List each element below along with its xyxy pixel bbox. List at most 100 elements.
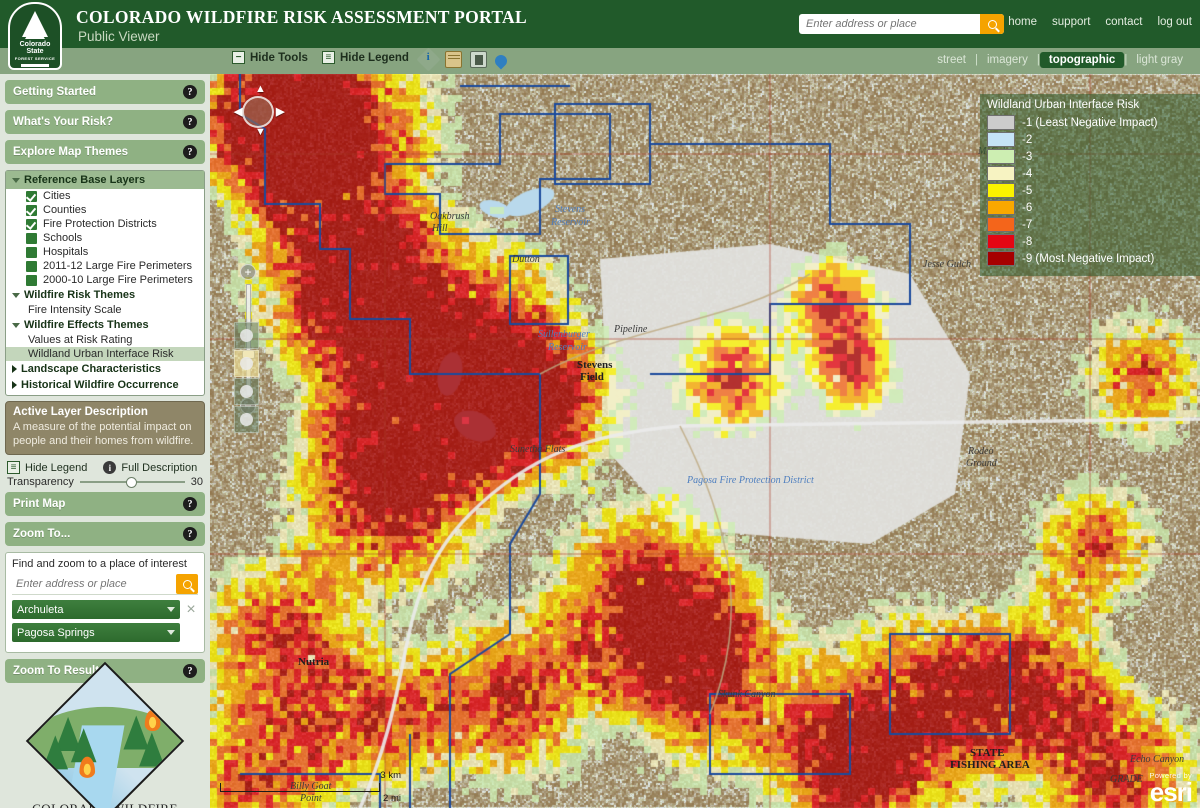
search-button[interactable]: [980, 14, 1004, 34]
map-tool-4[interactable]: [234, 406, 259, 433]
help-icon-whats-your-risk[interactable]: ?: [183, 115, 197, 129]
transparency-slider[interactable]: [79, 477, 185, 488]
basemap-light-gray[interactable]: light gray: [1127, 52, 1192, 68]
reference-base-layers-header[interactable]: Reference Base Layers: [6, 171, 204, 189]
list-icon-sidebar: ≡: [7, 461, 20, 474]
pan-east-button[interactable]: ▶: [276, 105, 284, 118]
help-icon-print-map[interactable]: ?: [183, 497, 197, 511]
info-icon: i: [103, 461, 117, 474]
search-input[interactable]: [799, 15, 980, 33]
zoom-to-search[interactable]: [12, 574, 198, 595]
zoom-to-search-button[interactable]: [176, 574, 198, 594]
layer-row-hospitals[interactable]: Hospitals: [6, 245, 204, 259]
identify-icon[interactable]: [416, 47, 441, 72]
esri-logo: esri: [1149, 777, 1193, 807]
group-historical-wildfire-occurrence[interactable]: Historical Wildfire Occurrence: [6, 377, 204, 393]
sidebar-item-print-map[interactable]: Print Map ?: [5, 492, 205, 516]
nav-contact[interactable]: contact: [1105, 16, 1142, 28]
pan-west-button[interactable]: ◀: [234, 105, 242, 118]
group-wildfire-risk-themes[interactable]: Wildfire Risk Themes: [6, 287, 204, 303]
checkbox-fire-perimeters-2011-12[interactable]: [26, 260, 37, 272]
layer-tree: Reference Base Layers Cities Counties Fi…: [5, 170, 205, 396]
left-sidebar: Getting Started ? What's Your Risk? ? Ex…: [0, 74, 210, 808]
hide-tools-button[interactable]: − Hide Tools: [232, 51, 308, 64]
explore-map-themes-label: Explore Map Themes: [13, 146, 129, 158]
chevron-down-icon-place: [167, 630, 175, 635]
checkbox-counties[interactable]: [26, 204, 37, 216]
county-select-row: Archuleta ×: [12, 600, 198, 619]
chevron-down-icon-effects-themes: [12, 322, 20, 328]
checkbox-cities[interactable]: [26, 190, 37, 202]
legend-swatch-8: [987, 234, 1015, 249]
layer-row-schools[interactable]: Schools: [6, 231, 204, 245]
help-icon-zoom-to-results[interactable]: ?: [183, 664, 197, 678]
hide-legend-button[interactable]: ≡ Hide Legend: [321, 51, 409, 64]
zoom-to-instruction: Find and zoom to a place of interest: [12, 558, 187, 570]
layer-row-counties[interactable]: Counties: [6, 203, 204, 217]
logo-line3: FOREST SERVICE: [14, 56, 56, 61]
basemap-street[interactable]: street: [928, 52, 975, 68]
pan-north-button[interactable]: ▲: [255, 83, 266, 95]
place-select[interactable]: Pagosa Springs: [12, 623, 180, 642]
sidebar-item-zoom-to[interactable]: Zoom To... ?: [5, 522, 205, 546]
map-tool-1[interactable]: [234, 322, 259, 349]
nav-home[interactable]: home: [1008, 16, 1037, 28]
theme-wildland-urban-interface-risk[interactable]: Wildland Urban Interface Risk: [6, 347, 204, 361]
county-select[interactable]: Archuleta: [12, 600, 180, 619]
zoom-to-panel: Find and zoom to a place of interest Arc…: [5, 552, 205, 653]
legend-row-6: -6: [987, 200, 1193, 215]
map-pan-control[interactable]: ▲ ▼ ◀ ▶: [232, 83, 284, 138]
help-icon-zoom-to[interactable]: ?: [183, 527, 197, 541]
header-search[interactable]: [799, 14, 1004, 34]
checkbox-hospitals[interactable]: [26, 246, 37, 258]
active-layer-description-text: A measure of the potential impact on peo…: [13, 421, 194, 447]
pan-circle[interactable]: [242, 96, 274, 128]
legend-row-2: -2: [987, 132, 1193, 147]
map-legend: Wildland Urban Interface Risk -1 (Least …: [980, 94, 1200, 276]
group-landscape-characteristics[interactable]: Landscape Characteristics: [6, 361, 204, 377]
checkbox-fire-perimeters-2000-10[interactable]: [26, 274, 37, 286]
wildfire-risk-themes-label: Wildfire Risk Themes: [24, 289, 136, 301]
nav-support[interactable]: support: [1052, 16, 1090, 28]
theme-fire-intensity-scale[interactable]: Fire Intensity Scale: [6, 303, 204, 317]
layer-row-fire-perimeters-2011-12[interactable]: 2011-12 Large Fire Perimeters: [6, 259, 204, 273]
legend-label-1: -1 (Least Negative Impact): [1022, 116, 1158, 129]
logo-scene: [28, 664, 182, 808]
map-tool-3[interactable]: [234, 378, 259, 405]
nav-logout[interactable]: log out: [1157, 16, 1192, 28]
sidebar-item-whats-your-risk[interactable]: What's Your Risk? ?: [5, 110, 205, 134]
chevron-down-icon-risk-themes: [12, 292, 20, 298]
measure-icon[interactable]: [445, 51, 462, 68]
help-icon-explore-map-themes[interactable]: ?: [183, 145, 197, 159]
sidebar-item-explore-map-themes[interactable]: Explore Map Themes ?: [5, 140, 205, 164]
logo-divider: [21, 64, 49, 67]
full-description-button[interactable]: i Full Description: [103, 461, 197, 474]
checkbox-fire-protection-districts[interactable]: [26, 218, 37, 230]
layer-row-cities[interactable]: Cities: [6, 189, 204, 203]
zoom-to-label: Zoom To...: [13, 528, 71, 540]
draw-icon[interactable]: [470, 51, 487, 68]
chevron-right-icon-landscape: [12, 365, 17, 373]
zoom-to-search-input[interactable]: [12, 574, 176, 594]
group-wildfire-effects-themes[interactable]: Wildfire Effects Themes: [6, 317, 204, 333]
map-viewport[interactable]: Oakbrush Hill Stevens Reservoir Dutton Sullen…: [210, 74, 1200, 808]
hide-legend-button-sidebar[interactable]: ≡ Hide Legend: [7, 461, 87, 474]
chevron-down-icon: [12, 177, 20, 183]
layer-row-fire-perimeters-2000-10[interactable]: 2000-10 Large Fire Perimeters: [6, 273, 204, 287]
legend-swatch-9: [987, 251, 1015, 266]
checkbox-schools[interactable]: [26, 232, 37, 244]
help-icon-getting-started[interactable]: ?: [183, 85, 197, 99]
map-tool-2[interactable]: [234, 350, 259, 377]
basemap-topographic[interactable]: topographic: [1039, 52, 1125, 68]
wildfire-effects-themes-label: Wildfire Effects Themes: [24, 319, 149, 331]
sidebar-item-getting-started[interactable]: Getting Started ?: [5, 80, 205, 104]
layer-row-fire-protection-districts[interactable]: Fire Protection Districts: [6, 217, 204, 231]
map-pin-icon[interactable]: [492, 52, 510, 69]
basemap-imagery[interactable]: imagery: [978, 52, 1037, 68]
whats-your-risk-label: What's Your Risk?: [13, 116, 114, 128]
slider-knob[interactable]: [126, 477, 137, 488]
clear-selection-button[interactable]: ×: [184, 601, 198, 617]
theme-values-at-risk-rating[interactable]: Values at Risk Rating: [6, 333, 204, 347]
zoom-in-button[interactable]: +: [240, 264, 256, 280]
pan-south-button[interactable]: ▼: [255, 126, 266, 138]
